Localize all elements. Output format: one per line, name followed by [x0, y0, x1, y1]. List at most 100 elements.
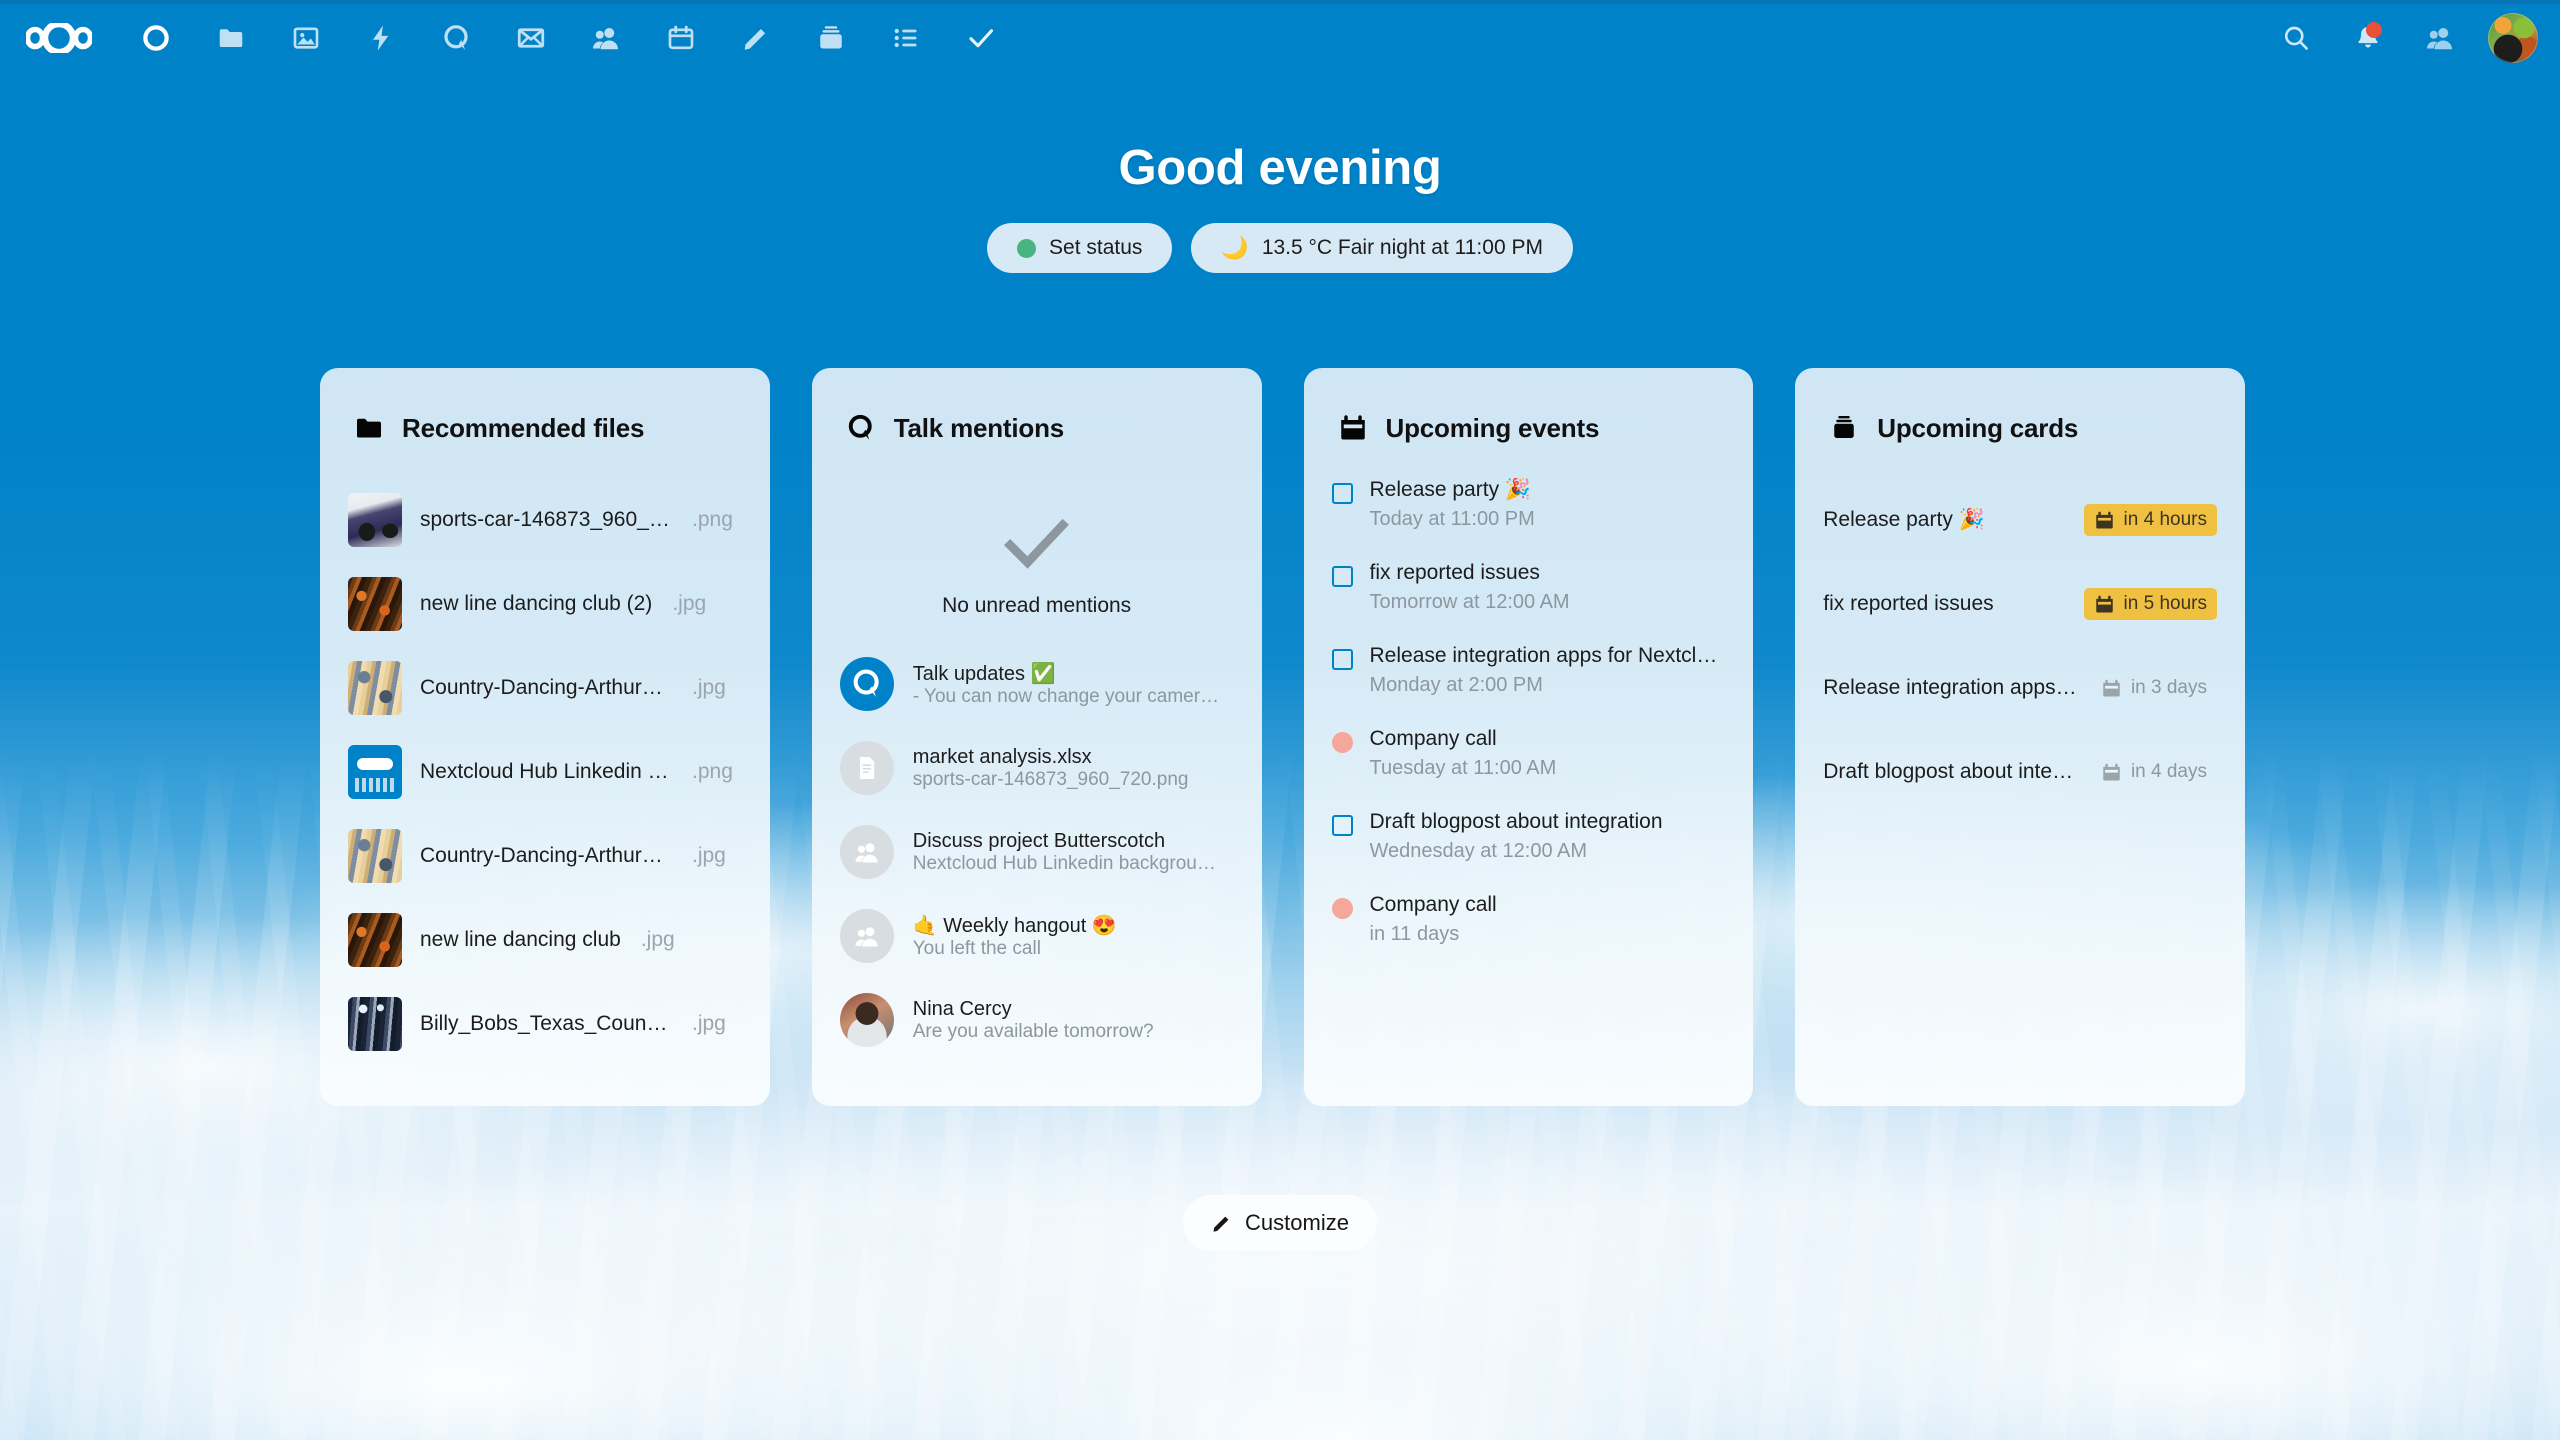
file-extension: .png — [692, 508, 733, 531]
event-time: Tuesday at 11:00 AM — [1369, 757, 1557, 779]
app-header — [0, 4, 2560, 72]
event-color-dot — [1331, 732, 1353, 753]
list-item[interactable]: Discuss project Butterscotch Nextcloud H… — [812, 810, 1262, 894]
contacts-menu-button[interactable] — [2404, 4, 2476, 72]
list-icon — [894, 28, 916, 48]
nav-item-calendar[interactable] — [643, 4, 718, 72]
list-item[interactable]: Release integration apps for… in 3 days — [1795, 646, 2245, 730]
file-thumbnail — [348, 913, 402, 967]
page-title: Good evening — [1118, 141, 1442, 195]
list-item[interactable]: Company call Tuesday at 11:00 AM — [1304, 727, 1754, 780]
empty-state: No unread mentions — [812, 478, 1262, 618]
list-item[interactable]: Talk updates ✅ - You can now change your… — [812, 642, 1262, 726]
file-extension: .jpg — [692, 844, 726, 867]
notifications-button[interactable] — [2332, 4, 2404, 72]
card-due-badge: in 4 hours — [2083, 504, 2217, 536]
set-status-button[interactable]: Set status — [987, 223, 1173, 273]
file-name: sports-car-146873_960_7… — [420, 508, 672, 531]
status-row: Set status 🌙 13.5 °C Fair night at 11:00… — [0, 223, 2560, 273]
list-item[interactable]: 🤙 Weekly hangout 😍 You left the call — [812, 894, 1262, 978]
event-color-dot — [1331, 898, 1353, 919]
file-name: Country-Dancing-Arthur_… — [420, 844, 672, 867]
list-item[interactable]: Country-Dancing-Arthur_… .jpg — [320, 814, 770, 898]
nav-item-checkmark[interactable] — [943, 4, 1018, 72]
widget-upcoming-events: Upcoming events Release party 🎉 Today at… — [1303, 368, 1754, 1106]
talk-avatar-icon — [839, 657, 894, 711]
calendar-icon — [2103, 679, 2120, 697]
nav-item-contacts[interactable] — [568, 4, 643, 72]
widget-header: Recommended files — [320, 406, 770, 450]
avatar[interactable] — [2488, 13, 2538, 63]
list-item[interactable]: sports-car-146873_960_7… .png — [320, 478, 770, 562]
file-name: new line dancing club — [420, 928, 621, 951]
nav-item-photos[interactable] — [268, 4, 343, 72]
mention-title: market analysis.xlsx — [912, 745, 1092, 768]
nav-item-activity[interactable] — [343, 4, 418, 72]
widget-title: Upcoming events — [1385, 412, 1600, 443]
mention-subtitle: sports-car-146873_960_720.png — [912, 768, 1189, 790]
list-item[interactable]: Release integration apps for Nextclou… M… — [1304, 644, 1754, 697]
mention-text: 🤙 Weekly hangout 😍 You left the call — [913, 913, 1238, 960]
nav-item-tasks[interactable] — [868, 4, 943, 72]
nav-item-files[interactable] — [193, 4, 268, 72]
list-item[interactable]: Nina Cercy Are you available tomorrow? — [812, 978, 1262, 1062]
card-due-badge: in 4 days — [2091, 756, 2217, 788]
card-list: Release party 🎉 in 4 hours fix reported … — [1795, 478, 2245, 1106]
list-item[interactable]: Draft blogpost about integration Wednesd… — [1304, 810, 1754, 863]
notification-badge — [2366, 22, 2382, 38]
list-item[interactable]: fix reported issues in 5 hours — [1795, 562, 2245, 646]
mention-subtitle: Are you available tomorrow? — [912, 1020, 1154, 1042]
event-text: Release integration apps for Nextclou… M… — [1370, 644, 1718, 697]
widget-title: Talk mentions — [893, 412, 1065, 443]
nextcloud-logo[interactable] — [0, 4, 118, 72]
file-extension: .jpg — [640, 928, 675, 951]
set-status-label: Set status — [1049, 236, 1143, 259]
list-item[interactable]: fix reported issues Tomorrow at 12:00 AM — [1304, 561, 1754, 614]
list-item[interactable]: Country-Dancing-Arthur_… .jpg — [320, 646, 770, 730]
file-name: Nextcloud Hub Linkedin b… — [420, 760, 672, 783]
list-item[interactable]: Company call in 11 days — [1304, 893, 1754, 946]
card-due-badge: in 5 hours — [2083, 588, 2217, 620]
customize-section: Customize — [0, 1195, 2560, 1251]
calendar-icon — [2103, 763, 2120, 781]
list-item[interactable]: Nextcloud Hub Linkedin b… .png — [320, 730, 770, 814]
greeting-section: Good evening Set status 🌙 13.5 °C Fair n… — [0, 140, 2560, 273]
file-name: new line dancing club (2) — [420, 592, 653, 615]
list-item[interactable]: new line dancing club .jpg — [320, 898, 770, 982]
calendar-icon — [2095, 595, 2113, 613]
talk-icon — [443, 25, 468, 50]
list-item[interactable]: Billy_Bobs_Texas_Countr… .jpg — [320, 982, 770, 1066]
pencil-icon — [744, 29, 765, 50]
empty-state-label: No unread mentions — [942, 594, 1132, 617]
list-item[interactable]: Release party 🎉 Today at 11:00 PM — [1304, 478, 1754, 531]
widget-title: Recommended files — [402, 412, 645, 443]
nav-item-mail[interactable] — [493, 4, 568, 72]
list-item[interactable]: new line dancing club (2) .jpg — [320, 562, 770, 646]
deck-icon — [819, 26, 842, 49]
list-item[interactable]: Release party 🎉 in 4 hours — [1795, 478, 2245, 562]
list-item[interactable]: market analysis.xlsx sports-car-146873_9… — [812, 726, 1262, 810]
event-time: Wednesday at 12:00 AM — [1369, 840, 1588, 862]
mention-title: Nina Cercy — [912, 997, 1012, 1020]
nav-item-talk[interactable] — [418, 4, 493, 72]
card-due-label: in 4 days — [2130, 761, 2207, 782]
file-thumbnail — [348, 661, 402, 715]
weather-status-button[interactable]: 🌙 13.5 °C Fair night at 11:00 PM — [1191, 223, 1573, 273]
card-due-label: in 3 days — [2130, 677, 2207, 698]
card-title: Release party 🎉 — [1823, 508, 1985, 531]
mention-subtitle: You left the call — [912, 937, 1041, 959]
list-item[interactable]: Draft blogpost about integra… in 4 days — [1795, 730, 2245, 814]
nav-item-notes[interactable] — [718, 4, 793, 72]
widget-header: Upcoming cards — [1795, 406, 2245, 450]
customize-button[interactable]: Customize — [1183, 1195, 1377, 1251]
file-thumbnail — [348, 997, 402, 1051]
event-checkbox[interactable] — [1331, 483, 1353, 504]
search-button[interactable] — [2260, 4, 2332, 72]
event-checkbox[interactable] — [1331, 649, 1353, 670]
event-checkbox[interactable] — [1331, 566, 1353, 587]
event-checkbox[interactable] — [1331, 815, 1353, 836]
nav-item-deck[interactable] — [793, 4, 868, 72]
card-title: Release integration apps for… — [1823, 676, 2091, 699]
deck-icon — [1834, 416, 1854, 438]
nav-item-dashboard[interactable] — [118, 4, 193, 72]
